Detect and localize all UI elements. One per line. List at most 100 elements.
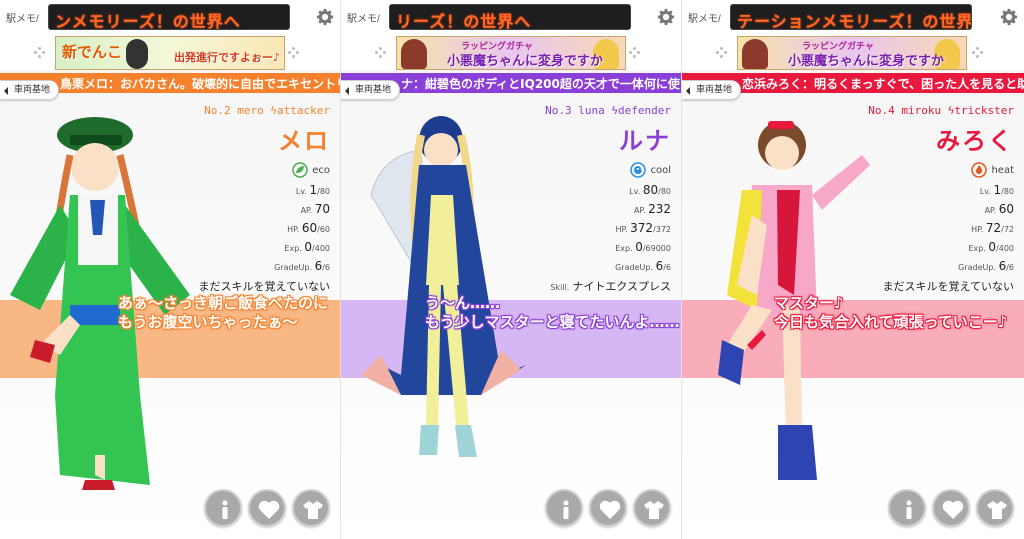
gradeup-label: GradeUp. [958,263,997,272]
ap-value: 232 [648,202,671,216]
status-panel: No.2 mero ϟattacker メロ eco Lv. 1/80 AP. … [196,104,330,294]
action-buttons [204,489,330,527]
info-icon [563,500,569,519]
speech-line-1: う～ん…… [425,294,501,312]
info-button[interactable] [545,489,583,527]
banner-row: ラッピングガチャ 小悪魔ちゃんに変身ですか [341,36,681,70]
skill-name: ナイトエクスプレス [572,280,671,293]
exp-label: Exp. [284,244,302,253]
banner-subtitle: 出発進行ですよぉー♪ [174,51,281,64]
banner-character-art [742,39,768,69]
carousel-prev-icon[interactable] [375,44,387,62]
ap-label: AP. [300,206,313,215]
carousel-next-icon[interactable] [629,44,641,62]
gradeup-max: /6 [1006,263,1014,272]
banner-row: 新でんこ 出発進行ですよぉー♪ [0,36,340,70]
outfit-button[interactable] [976,489,1014,527]
level-max: /80 [317,187,330,196]
skill-name: まだスキルを覚えていない [198,280,330,293]
carousel-next-icon[interactable] [972,44,984,62]
ap-value: 60 [998,202,1014,216]
skill-line: Skill. ナイトエクスプレス [545,278,671,294]
exp-max: /69000 [642,244,671,253]
app-logo[interactable]: 駅メモ/ [347,10,380,25]
hp-stat: HP. 60/60 [196,221,330,235]
banner-character-art [126,39,148,69]
ap-label: AP. [633,206,646,215]
speech-line-2: 今日も気合入れて頑張っていこー♪ [774,313,1008,331]
hp-label: HP. [615,225,628,234]
attribute-label: cool [650,164,671,176]
info-button[interactable] [888,489,926,527]
hp-label: HP. [287,225,300,234]
exp-label: Exp. [968,244,986,253]
affection-button[interactable] [589,489,627,527]
gear-icon[interactable] [657,8,675,26]
carousel-next-icon[interactable] [288,44,300,62]
gear-icon[interactable] [316,8,334,26]
shirt-icon [303,501,323,519]
attribute-label: heat [991,164,1014,176]
attribute-badge: eco [196,162,330,178]
attribute-badge: heat [868,162,1014,178]
exp-value: 0 [304,240,313,254]
banner-title: 新でんこ [62,43,123,61]
shirt-icon [987,501,1007,519]
outfit-button[interactable] [292,489,330,527]
affection-button[interactable] [932,489,970,527]
affection-button[interactable] [248,489,286,527]
hp-value: 372 [630,221,654,235]
top-bar: 駅メモ/ テーションメモリーズ！の世界 [682,0,1024,36]
speech-line-2: もう少しマスターと寝てたいんよ…… [425,313,680,331]
gradeup-max: /6 [322,263,330,272]
ap-value: 70 [314,202,330,216]
heart-icon [942,500,964,519]
app-logo[interactable]: 駅メモ/ [6,10,39,25]
exp-stat: Exp. 0/400 [196,240,330,254]
hp-stat: HP. 72/72 [868,221,1014,235]
ticker-text: ンメモリーズ！の世界へ [55,12,241,30]
level-value: 1 [309,183,318,197]
gear-icon[interactable] [1000,8,1018,26]
event-banner[interactable]: ラッピングガチャ 小悪魔ちゃんに変身ですか [396,36,626,70]
carousel-prev-icon[interactable] [716,44,728,62]
ticker-display: リーズ！の世界へ [389,4,631,30]
status-panel: No.4 miroku ϟtrickster みろく heat Lv. 1/80… [868,104,1014,294]
gradeup-label: GradeUp. [274,263,313,272]
event-banner[interactable]: ラッピングガチャ 小悪魔ちゃんに変身ですか [737,36,967,70]
level-label: Lv. [629,187,641,196]
character-panel-miroku: 駅メモ/ テーションメモリーズ！の世界 ラッピングガチャ 小悪魔ちゃんに変身です… [682,0,1024,539]
id-line: No.2 mero ϟattacker [196,104,330,117]
event-banner[interactable]: 新でんこ 出発進行ですよぉー♪ [55,36,285,70]
flame-icon [971,162,988,178]
gradeup-stat: GradeUp. 6/6 [868,259,1014,273]
hp-label: HP. [971,225,984,234]
hp-stat: HP. 372/372 [545,221,671,235]
character-panel-mero: 駅メモ/ ンメモリーズ！の世界へ 新でんこ 出発進行ですよぉー♪ 鳥栗メロ：おバ… [0,0,341,539]
denko-code: miroku [901,104,942,117]
exp-max: /400 [996,244,1014,253]
gradeup-stat: GradeUp. 6/6 [545,259,671,273]
ap-stat: AP. 70 [196,202,330,216]
gradeup-stat: GradeUp. 6/6 [196,259,330,273]
denko-number: No.4 [868,104,895,117]
info-icon [222,500,228,519]
outfit-button[interactable] [633,489,671,527]
app-logo[interactable]: 駅メモ/ [688,10,721,25]
speech-line-1: あぁ～さっき朝ご飯食べたのに [118,294,329,312]
action-buttons [888,489,1014,527]
hp-max: /60 [317,225,330,234]
ap-label: AP. [984,206,997,215]
heart-icon [599,500,621,519]
exp-stat: Exp. 0/400 [868,240,1014,254]
speech-bubble: あぁ～さっき朝ご飯食べたのに もうお腹空いちゃったぁ～ [118,294,328,332]
banner-subtitle: 小悪魔ちゃんに変身ですか [447,54,604,69]
info-button[interactable] [204,489,242,527]
hp-value: 72 [985,221,1002,235]
carousel-prev-icon[interactable] [34,44,46,62]
denko-number: No.2 [204,104,231,117]
level-stat: Lv. 1/80 [868,183,1014,197]
ticker-display: ンメモリーズ！の世界へ [48,4,290,30]
exp-value: 0 [635,240,643,254]
hp-max: /72 [1001,225,1014,234]
